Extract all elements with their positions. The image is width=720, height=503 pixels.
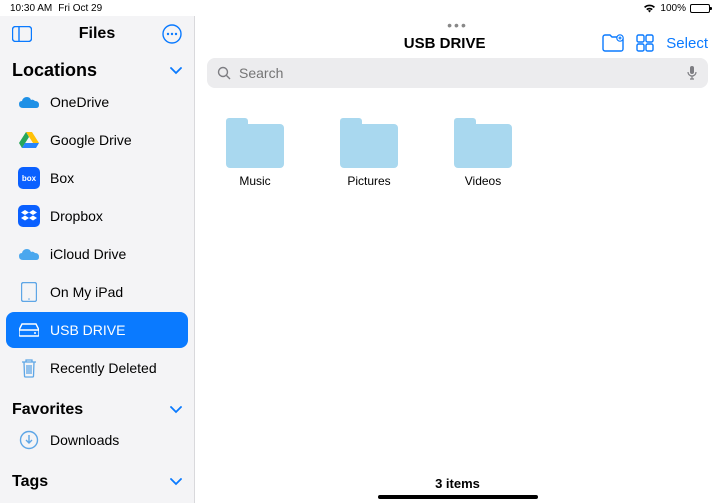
ipad-icon bbox=[18, 281, 40, 303]
status-date: Fri Oct 29 bbox=[58, 3, 102, 14]
sidebar-item-icloud[interactable]: iCloud Drive bbox=[6, 236, 188, 272]
box-icon: box bbox=[18, 167, 40, 189]
icloud-icon bbox=[18, 243, 40, 265]
chevron-down-icon bbox=[170, 478, 182, 486]
multitask-dots-icon[interactable]: ••• bbox=[195, 16, 720, 34]
sidebar-item-label: USB DRIVE bbox=[50, 322, 125, 338]
sidebar-item-label: Box bbox=[50, 170, 74, 186]
sidebar-item-label: Downloads bbox=[50, 432, 119, 448]
folder-label: Music bbox=[239, 174, 270, 188]
section-favorites-label: Favorites bbox=[12, 401, 83, 419]
sidebar-item-label: iCloud Drive bbox=[50, 246, 126, 262]
drive-icon bbox=[18, 319, 40, 341]
mic-icon[interactable] bbox=[686, 65, 698, 81]
sidebar-item-label: On My iPad bbox=[50, 284, 123, 300]
sidebar-item-tag-home[interactable]: Home bbox=[6, 494, 188, 503]
folder-videos[interactable]: Videos bbox=[443, 118, 523, 468]
section-favorites[interactable]: Favorites bbox=[0, 395, 194, 421]
sidebar-toggle-icon[interactable] bbox=[10, 22, 34, 46]
battery-percent: 100% bbox=[660, 3, 686, 14]
chevron-down-icon bbox=[170, 67, 182, 75]
section-tags-label: Tags bbox=[12, 473, 48, 491]
sidebar-item-label: Recently Deleted bbox=[50, 360, 157, 376]
svg-text:box: box bbox=[22, 174, 37, 183]
sidebar-item-label: Dropbox bbox=[50, 208, 103, 224]
item-count: 3 items bbox=[195, 468, 720, 495]
sidebar-item-recent[interactable]: Recently Deleted bbox=[6, 350, 188, 386]
select-button[interactable]: Select bbox=[666, 35, 708, 52]
add-folder-icon[interactable] bbox=[602, 34, 624, 52]
dropbox-icon bbox=[18, 205, 40, 227]
gdrive-icon bbox=[18, 129, 40, 151]
section-locations-label: Locations bbox=[12, 60, 97, 81]
page-title: USB DRIVE bbox=[287, 35, 602, 52]
search-input[interactable] bbox=[239, 65, 678, 81]
sidebar-item-box[interactable]: box Box bbox=[6, 160, 188, 196]
sidebar-item-dropbox[interactable]: Dropbox bbox=[6, 198, 188, 234]
main-pane: ••• USB DRIVE Select Music Pictures bbox=[195, 16, 720, 503]
more-icon[interactable] bbox=[160, 22, 184, 46]
sidebar-item-gdrive[interactable]: Google Drive bbox=[6, 122, 188, 158]
sidebar-item-onmyipad[interactable]: On My iPad bbox=[6, 274, 188, 310]
folder-pictures[interactable]: Pictures bbox=[329, 118, 409, 468]
battery-icon bbox=[690, 4, 710, 13]
sidebar-item-downloads[interactable]: Downloads bbox=[6, 422, 188, 458]
folder-grid: Music Pictures Videos bbox=[195, 98, 720, 468]
sidebar: Files Locations OneDrive Google Drive bo… bbox=[0, 16, 195, 503]
home-indicator[interactable] bbox=[378, 495, 538, 499]
sidebar-title: Files bbox=[34, 25, 160, 43]
sidebar-item-label: Google Drive bbox=[50, 132, 132, 148]
onedrive-icon bbox=[18, 91, 40, 113]
search-icon bbox=[217, 66, 231, 80]
folder-label: Pictures bbox=[347, 174, 390, 188]
status-time: 10:30 AM bbox=[10, 3, 52, 14]
folder-icon bbox=[226, 124, 284, 168]
sidebar-item-label: OneDrive bbox=[50, 94, 109, 110]
chevron-down-icon bbox=[170, 406, 182, 414]
sidebar-item-onedrive[interactable]: OneDrive bbox=[6, 84, 188, 120]
status-bar: 10:30 AM Fri Oct 29 100% bbox=[0, 0, 720, 16]
folder-music[interactable]: Music bbox=[215, 118, 295, 468]
section-tags[interactable]: Tags bbox=[0, 467, 194, 493]
wifi-icon bbox=[643, 4, 656, 13]
sidebar-item-usb[interactable]: USB DRIVE bbox=[6, 312, 188, 348]
folder-icon bbox=[454, 124, 512, 168]
folder-icon bbox=[340, 124, 398, 168]
downloads-icon bbox=[18, 429, 40, 451]
grid-view-icon[interactable] bbox=[636, 34, 654, 52]
trash-icon bbox=[18, 357, 40, 379]
section-locations[interactable]: Locations bbox=[0, 54, 194, 83]
folder-label: Videos bbox=[465, 174, 501, 188]
search-bar[interactable] bbox=[207, 58, 708, 88]
